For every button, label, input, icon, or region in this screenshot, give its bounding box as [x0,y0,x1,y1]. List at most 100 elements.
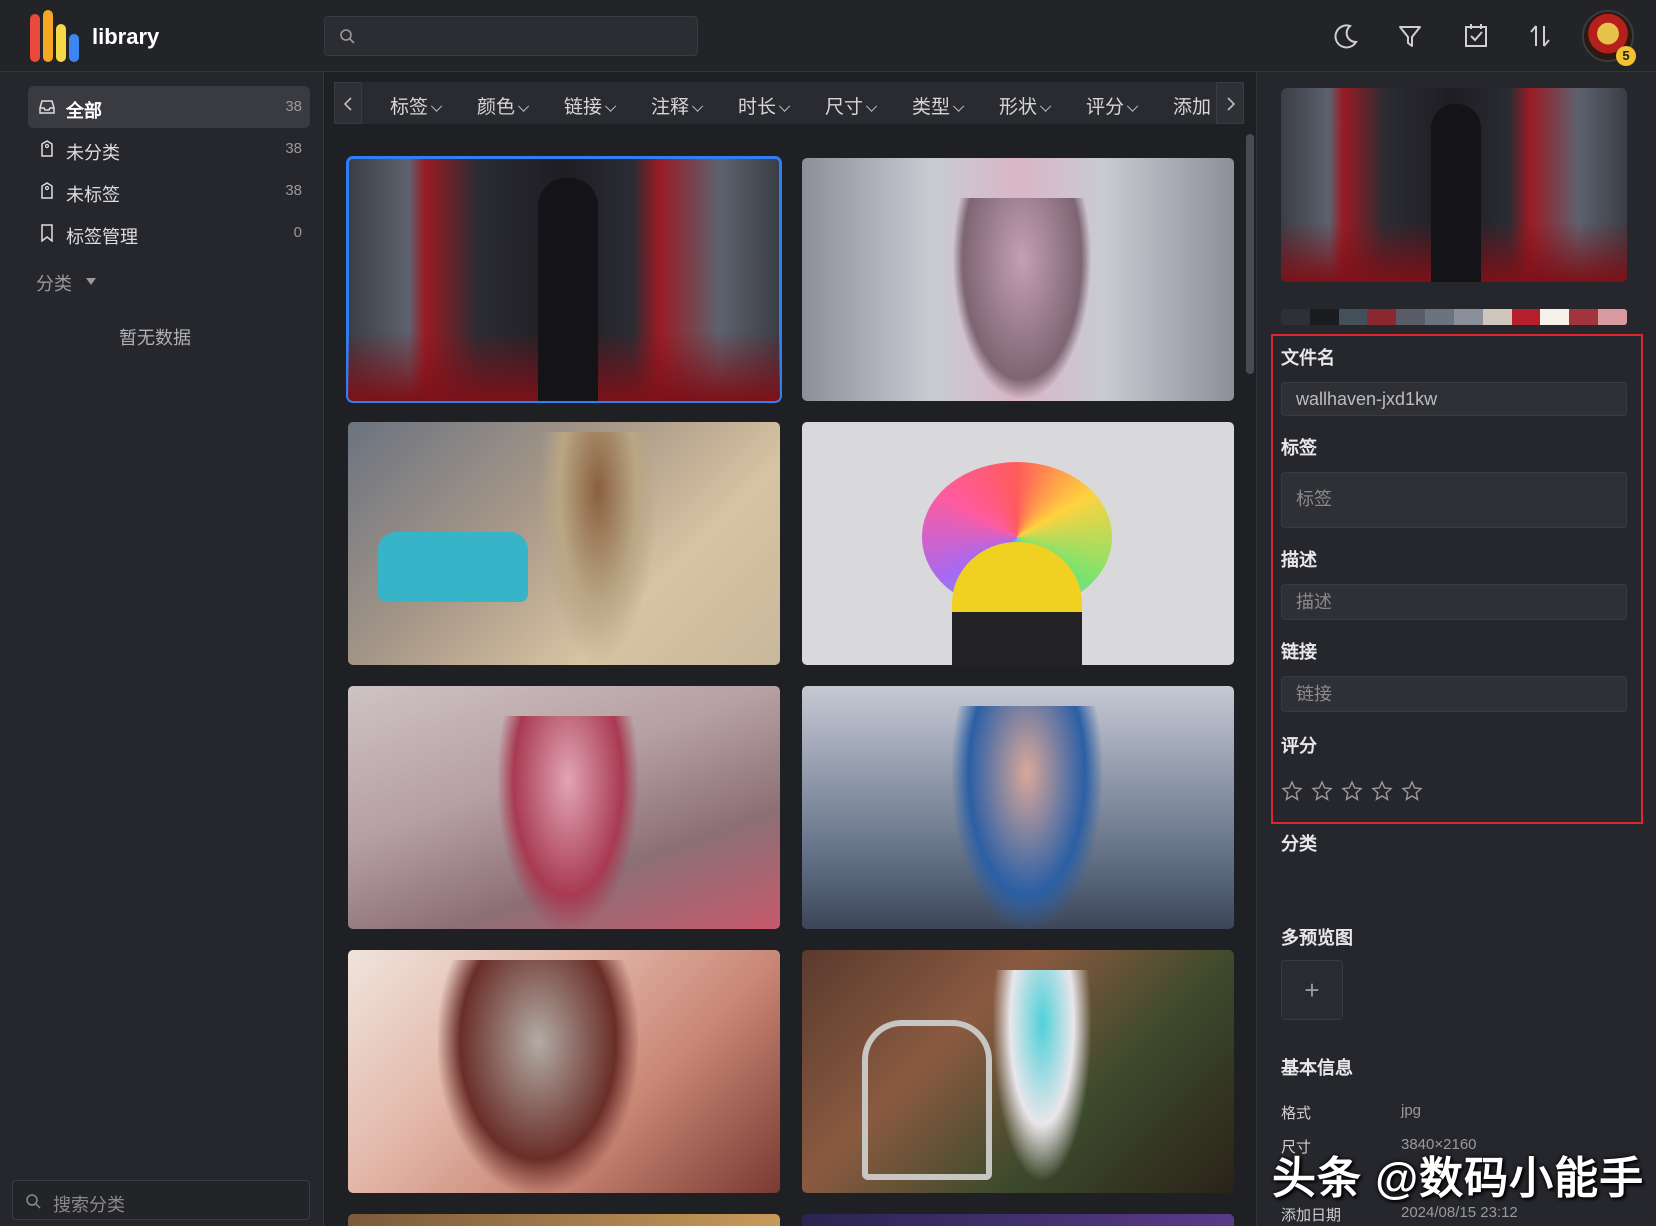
search-input[interactable] [324,16,698,56]
thumbnail[interactable] [348,1214,780,1226]
preview-image [1281,88,1627,282]
basic-info-label: 基本信息 [1281,1058,1353,1078]
description-input[interactable]: 描述 [1281,584,1627,620]
top-bar: library 5 [0,0,1656,72]
filter-tags[interactable]: 标签 [390,92,443,119]
filter-label: 标签 [390,97,429,118]
sidebar-item-all[interactable]: 全部 38 [28,86,310,128]
thumbnail[interactable] [346,156,782,403]
link-label: 链接 [1281,642,1317,662]
filter-label: 尺寸 [825,97,864,118]
thumbnail[interactable] [802,686,1234,929]
filter-added[interactable]: 添加 [1173,92,1211,119]
moon-icon[interactable] [1330,20,1362,52]
filter-type[interactable]: 类型 [912,92,965,119]
thumbnail[interactable] [802,158,1234,401]
sidebar-item-tag-management[interactable]: 标签管理 0 [28,212,310,254]
color-swatch[interactable] [1425,309,1454,325]
filter-label: 注释 [651,97,690,118]
filename-label: 文件名 [1281,348,1335,368]
filter-color[interactable]: 颜色 [477,92,530,119]
color-swatch[interactable] [1511,309,1541,325]
color-swatch[interactable] [1569,309,1599,325]
chevron-down-icon [778,100,791,112]
sidebar-item-count: 0 [293,224,302,241]
description-label: 描述 [1281,550,1317,570]
chevron-down-icon [691,100,704,112]
chevron-down-icon [865,100,878,112]
sort-icon[interactable] [1524,20,1556,52]
filter-bar: 标签 颜色 链接 注释 时长 尺寸 类型 形状 评分 添加 [334,82,1244,124]
sidebar-item-label: 未标签 [66,185,120,205]
star-icon[interactable] [1371,780,1393,802]
link-input[interactable]: 链接 [1281,676,1627,712]
color-swatch[interactable] [1598,309,1627,325]
color-palette[interactable] [1281,309,1627,325]
color-swatch[interactable] [1453,309,1483,325]
tag-outline-icon [41,140,53,157]
star-icon[interactable] [1281,780,1303,802]
filter-icon[interactable] [1394,20,1426,52]
chevron-down-icon [517,100,530,112]
info-value: jpg [1401,1102,1422,1119]
tag-outline-icon [41,182,53,199]
rating-stars[interactable] [1281,780,1423,804]
chevron-left-icon [343,97,352,111]
tags-input[interactable]: 标签 [1281,472,1627,528]
filter-link[interactable]: 链接 [564,92,617,119]
color-swatch[interactable] [1281,309,1310,325]
chevron-down-icon[interactable] [86,278,96,285]
color-swatch[interactable] [1396,309,1426,325]
info-key: 格式 [1281,1105,1312,1122]
filter-rating[interactable]: 评分 [1086,92,1139,119]
category-heading[interactable]: 分类 [36,270,72,296]
app-title: library [92,24,160,49]
thumbnail[interactable] [348,950,780,1193]
filter-label: 形状 [999,97,1038,118]
sidebar-item-uncategorized[interactable]: 未分类 38 [28,128,310,170]
info-value: 2024/08/15 23:12 [1401,1204,1518,1221]
filter-shape[interactable]: 形状 [999,92,1052,119]
star-icon[interactable] [1341,780,1363,802]
thumbnail[interactable] [802,950,1234,1193]
sidebar-item-label: 未分类 [66,143,120,163]
filter-scroll-right-button[interactable] [1216,82,1244,124]
sidebar-item-count: 38 [285,98,302,115]
filter-scroll-left-button[interactable] [334,82,362,124]
tags-label: 标签 [1281,438,1317,458]
color-swatch[interactable] [1482,309,1512,325]
thumbnail[interactable] [802,1214,1234,1226]
inspector-panel: 文件名 wallhaven-jxd1kw 标签 标签 描述 描述 链接 链接 评… [1256,72,1656,1226]
filter-label: 时长 [738,97,777,118]
checkbox-icon[interactable] [1460,20,1492,52]
filter-label: 链接 [564,97,603,118]
filter-label: 添加 [1173,97,1212,118]
info-key: 添加日期 [1281,1207,1342,1224]
watermark-text: 头条 @数码小能手 [1272,1154,1645,1203]
thumbnail[interactable] [348,686,780,929]
color-swatch[interactable] [1338,309,1368,325]
filter-size[interactable]: 尺寸 [825,92,878,119]
color-swatch[interactable] [1367,309,1397,325]
star-icon[interactable] [1311,780,1333,802]
color-swatch[interactable] [1540,309,1570,325]
search-icon [26,1194,41,1209]
chevron-down-icon [604,100,617,112]
color-swatch[interactable] [1309,309,1339,325]
filename-field[interactable]: wallhaven-jxd1kw [1281,382,1627,416]
star-icon[interactable] [1401,780,1423,802]
add-preview-button[interactable]: + [1281,960,1343,1020]
thumbnail[interactable] [348,422,780,665]
filter-annotation[interactable]: 注释 [651,92,704,119]
sidebar-item-untagged[interactable]: 未标签 38 [28,170,310,212]
category-search-input[interactable]: 搜索分类 [12,1180,310,1220]
rating-label: 评分 [1281,736,1317,756]
app-logo [30,10,80,62]
thumbnail[interactable] [802,422,1234,665]
filter-duration[interactable]: 时长 [738,92,791,119]
filter-label: 类型 [912,97,951,118]
grid-scrollbar[interactable] [1246,134,1254,374]
sidebar: 全部 38 未分类 38 未标签 38 标签管理 0 分类 暂无数据 搜索分类 [0,72,324,1226]
chevron-down-icon [1126,100,1139,112]
inbox-icon [39,100,55,114]
